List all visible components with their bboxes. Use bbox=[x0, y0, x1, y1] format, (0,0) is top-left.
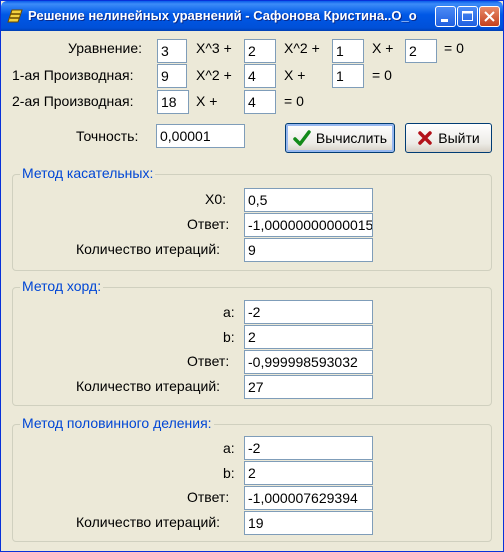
derivative1-coef-b-input[interactable]: 4 bbox=[244, 64, 276, 88]
tangent-x0-label: X0: bbox=[205, 191, 227, 207]
tangent-iterations-label: Количество итераций: bbox=[76, 241, 221, 257]
chord-method-caption: Метод хорд: bbox=[20, 278, 104, 294]
precision-label: Точность: bbox=[76, 128, 139, 144]
equation-coef-a-input[interactable]: 3 bbox=[157, 39, 187, 63]
equation-term-x3: X^3 + bbox=[196, 40, 232, 56]
equation-coef-c-input[interactable]: 1 bbox=[332, 39, 364, 63]
bisection-iterations-label: Количество итераций: bbox=[76, 514, 221, 530]
equation-coef-b-input[interactable]: 2 bbox=[244, 39, 276, 63]
chord-a-input[interactable]: -2 bbox=[244, 300, 373, 324]
close-icon bbox=[484, 11, 495, 22]
exit-button[interactable]: Выйти bbox=[405, 123, 492, 153]
minimize-button[interactable] bbox=[435, 6, 456, 27]
window-title: Решение нелинейных уравнений - Сафонова … bbox=[28, 8, 417, 23]
equation-term-x2: X^2 + bbox=[284, 40, 320, 56]
tangent-method-caption: Метод касательных: bbox=[20, 165, 156, 181]
derivative1-coef-c-input[interactable]: 1 bbox=[332, 64, 364, 88]
equation-label: Уравнение: bbox=[68, 40, 143, 56]
derivative1-label: 1-ая Производная: bbox=[12, 67, 134, 83]
maximize-icon bbox=[462, 11, 473, 21]
cross-icon bbox=[418, 131, 433, 145]
chord-answer-field[interactable]: -0,999998593032 bbox=[244, 350, 373, 374]
chord-answer-label: Ответ: bbox=[187, 353, 230, 369]
derivative2-coef-b-input[interactable]: 4 bbox=[244, 90, 276, 114]
tangent-answer-field[interactable]: -1,00000000000015 bbox=[244, 213, 373, 237]
chord-a-label: a: bbox=[223, 304, 235, 320]
main-window: Решение нелинейных уравнений - Сафонова … bbox=[0, 0, 504, 552]
derivative2-label: 2-ая Производная: bbox=[12, 93, 134, 109]
title-bar[interactable]: Решение нелинейных уравнений - Сафонова … bbox=[1, 1, 503, 31]
bisection-method-caption: Метод половинного деления: bbox=[20, 415, 214, 431]
tangent-answer-label: Ответ: bbox=[187, 216, 230, 232]
bisection-a-input[interactable]: -2 bbox=[244, 436, 373, 460]
checkmark-icon bbox=[293, 130, 311, 146]
chord-b-input[interactable]: 2 bbox=[244, 325, 373, 349]
derivative2-term-x: X + bbox=[196, 93, 218, 109]
exit-button-label: Выйти bbox=[438, 130, 480, 146]
chord-iterations-field[interactable]: 27 bbox=[244, 375, 373, 399]
tangent-iterations-field[interactable]: 9 bbox=[244, 238, 373, 262]
derivative1-equals-zero: = 0 bbox=[372, 67, 392, 83]
derivative1-coef-a-input[interactable]: 9 bbox=[157, 64, 187, 88]
precision-input[interactable]: 0,00001 bbox=[156, 124, 245, 148]
equation-coef-d-input[interactable]: 2 bbox=[405, 39, 437, 63]
delphi-helmet-icon bbox=[7, 9, 23, 23]
minimize-icon bbox=[441, 19, 448, 22]
bisection-a-label: a: bbox=[223, 440, 235, 456]
close-button[interactable] bbox=[479, 6, 500, 27]
maximize-button[interactable] bbox=[457, 6, 478, 27]
derivative1-term-x2: X^2 + bbox=[196, 67, 232, 83]
equation-term-x: X + bbox=[372, 40, 394, 56]
chord-iterations-label: Количество итераций: bbox=[76, 378, 221, 394]
compute-button-label: Вычислить bbox=[315, 130, 388, 146]
tangent-x0-input[interactable]: 0,5 bbox=[244, 188, 373, 212]
bisection-answer-field[interactable]: -1,000007629394 bbox=[244, 486, 373, 510]
bisection-iterations-field[interactable]: 19 bbox=[244, 511, 373, 535]
derivative1-term-x: X + bbox=[284, 67, 306, 83]
compute-button[interactable]: Вычислить bbox=[285, 123, 395, 153]
derivative2-equals-zero: = 0 bbox=[284, 93, 304, 109]
equation-equals-zero: = 0 bbox=[444, 40, 464, 56]
bisection-answer-label: Ответ: bbox=[187, 489, 230, 505]
bisection-b-input[interactable]: 2 bbox=[244, 461, 373, 485]
chord-b-label: b: bbox=[223, 329, 235, 345]
derivative2-coef-a-input[interactable]: 18 bbox=[157, 90, 189, 114]
bisection-b-label: b: bbox=[223, 465, 235, 481]
